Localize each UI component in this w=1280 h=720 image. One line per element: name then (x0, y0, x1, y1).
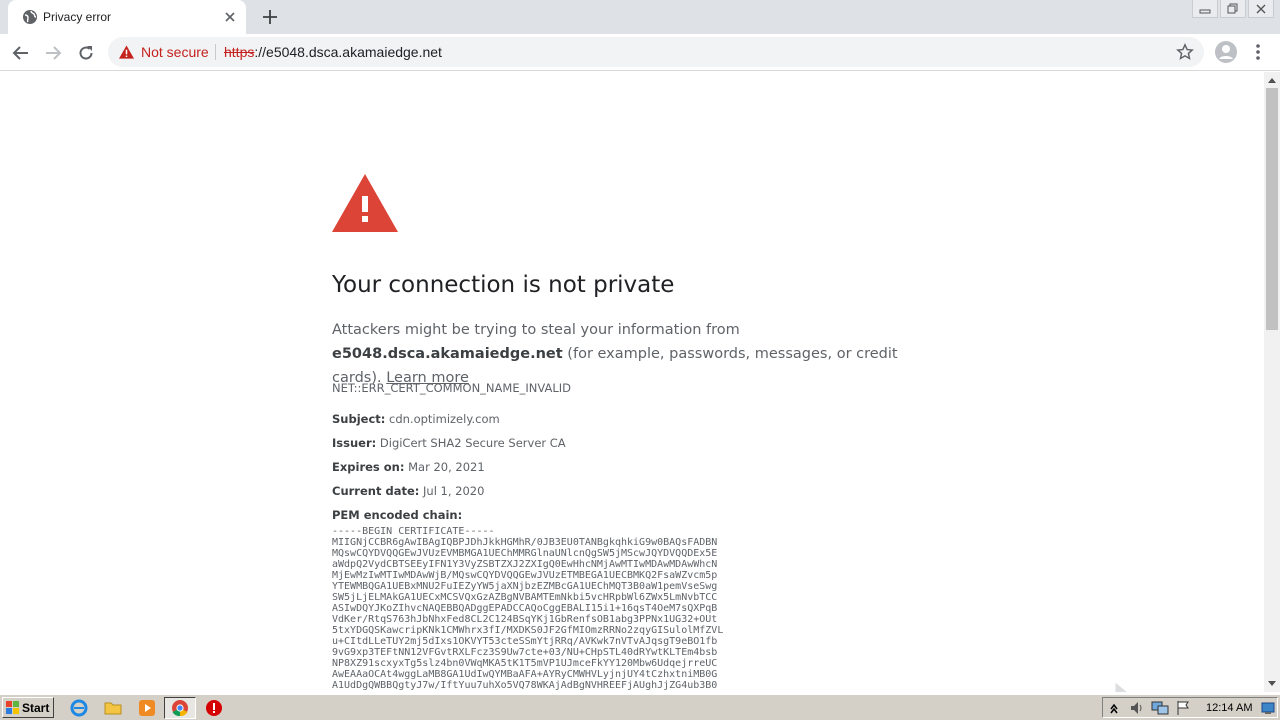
cert-current-date: Current date: Jul 1, 2020 (332, 484, 484, 498)
detail-label: Current date: (332, 484, 420, 498)
taskbar-explorer[interactable] (103, 698, 123, 718)
pem-line: ASIwDQYJKoZIhvcNAQEBBQADggEPADCCAQoCggEB… (332, 603, 718, 614)
error-triangle-icon (332, 174, 398, 232)
desc-host: e5048.dsca.akamaiedge.net (332, 346, 563, 362)
show-desktop-icon[interactable] (1261, 701, 1275, 715)
taskbar-chrome[interactable] (170, 698, 190, 718)
error-description: Attackers might be trying to steal your … (332, 318, 942, 390)
tab-title: Privacy error (43, 10, 112, 24)
pem-line: YTEWMBQGA1UEBxMNU2FuIEZyYW5jaXNjbzEZMBcG… (332, 581, 718, 592)
windows-taskbar: Start 12:14 AM (0, 694, 1280, 720)
detail-value: DigiCert SHA2 Secure Server CA (379, 436, 566, 450)
restore-button[interactable] (1220, 0, 1246, 18)
windows-logo-icon (6, 700, 19, 714)
network-icon[interactable] (1151, 700, 1169, 716)
url-text[interactable]: https://e5048.dsca.akamaiedge.net (224, 44, 442, 60)
detail-label: Subject: (332, 412, 386, 426)
not-secure-label[interactable]: Not secure (141, 44, 209, 60)
start-button[interactable]: Start (2, 697, 54, 718)
detail-value: Jul 1, 2020 (423, 484, 485, 498)
pem-line: MIIGNjCCBR6gAwIBAgIQBPJDhJkkHGMhR/0JB3EU… (332, 537, 718, 548)
new-tab-icon[interactable] (260, 7, 280, 27)
omnibox-separator (215, 44, 216, 60)
tab-privacy-error[interactable]: Privacy error (8, 0, 246, 34)
restore-icon (1227, 3, 1238, 13)
volume-icon[interactable] (1129, 700, 1145, 716)
internet-explorer-icon (70, 699, 88, 717)
scroll-up-button[interactable] (1264, 72, 1280, 88)
forward-arrow-icon (46, 46, 62, 60)
back-button[interactable] (9, 41, 33, 65)
scroll-down-button[interactable] (1264, 676, 1280, 692)
reload-icon (79, 46, 93, 60)
pem-line: 9vG9xp3TEFtNN12VFGvtRXLFcz3S9Uw7cte+03/N… (332, 647, 718, 658)
pem-line: VdKer/RtqS763hJbNhxFed8CL2C124BSqYKj1GbR… (332, 614, 718, 625)
profile-avatar-icon[interactable] (1214, 40, 1238, 64)
action-center-flag-icon[interactable] (1175, 700, 1191, 716)
url-scheme: https (224, 44, 255, 60)
globe-icon (23, 10, 37, 24)
pem-line: 5txYDGQSKawcripKNk1CMWhrx3fI/MXDKS0JF2Gf… (332, 625, 724, 636)
window-controls (1190, 0, 1274, 20)
system-clock: 12:14 AM (1206, 702, 1253, 714)
start-label: Start (22, 700, 50, 715)
chrome-icon (172, 700, 188, 717)
pem-line: MjEwMzIwMTIwMDAwWjB/MQswCQYDVQQGEwJVUzET… (332, 570, 718, 581)
close-window-button[interactable] (1248, 0, 1274, 18)
cert-expires: Expires on: Mar 20, 2021 (332, 460, 485, 474)
cert-pem-heading: PEM encoded chain: (332, 508, 462, 522)
pem-line: u+CItdLLeTUY2mj5dIxs1OKVYT53cteSSmYtjRRq… (332, 636, 718, 647)
close-tab-icon[interactable] (222, 9, 238, 25)
back-arrow-icon (12, 46, 28, 60)
detail-label: Issuer: (332, 436, 377, 450)
detail-label: PEM encoded chain: (332, 508, 463, 522)
browser-toolbar: Not secure https://e5048.dsca.akamaiedge… (0, 34, 1280, 71)
pem-line: NP8XZ91scxyxTg5slz4bn0VWqMKA5tK1T5mVP1UJ… (332, 658, 718, 669)
pem-line: aWdpQ2VydCBTSEEyIFN1Y3VyZSBTZXJ2ZXIgQ0Ew… (332, 559, 718, 570)
url-host: ://e5048.dsca.akamaiedge.net (254, 44, 442, 60)
pem-line: SW5jLjELMAkGA1UECxMCSVQxGzAZBgNVBAMTEmNk… (332, 592, 718, 603)
pem-line: A1UdDgQWBBQgtyJ7w/IftYuu7uhXo5VQ78WKAjAd… (332, 680, 718, 691)
folder-icon (104, 702, 122, 715)
pem-line: -----BEGIN CERTIFICATE----- (332, 526, 495, 537)
taskbar-stop-app[interactable] (204, 698, 224, 718)
tray-expand-icon[interactable] (1109, 701, 1119, 715)
forward-button[interactable] (41, 41, 65, 65)
detail-label: Expires on: (332, 460, 405, 474)
minimize-button[interactable] (1192, 0, 1218, 18)
pem-line: AwEAAaOCAt4wggLaMB8GA1UdIwQYMBaAFA+AYRyC… (332, 669, 718, 680)
minimize-icon (1199, 9, 1211, 13)
detail-value: cdn.optimizely.com (389, 412, 500, 426)
page-viewport: Your connection is not private Attackers… (0, 72, 1264, 692)
desc-text-before: Attackers might be trying to steal your … (332, 322, 740, 338)
bookmark-star-icon[interactable] (1176, 43, 1194, 61)
error-code: NET::ERR_CERT_COMMON_NAME_INVALID (332, 381, 571, 395)
scroll-thumb[interactable] (1266, 88, 1278, 330)
tab-strip: Privacy error (0, 0, 1280, 34)
detail-value: Mar 20, 2021 (408, 460, 485, 474)
cert-issuer: Issuer: DigiCert SHA2 Secure Server CA (332, 436, 566, 450)
scroll-up-arrow-icon (1268, 78, 1276, 83)
cert-subject: Subject: cdn.optimizely.com (332, 412, 500, 426)
scroll-down-arrow-icon (1268, 681, 1276, 686)
vertical-scrollbar[interactable] (1264, 72, 1280, 692)
warning-triangle-icon[interactable] (119, 45, 134, 59)
taskbar-ie[interactable] (69, 698, 89, 718)
pem-line: MQswCQYDVQQGEwJVUzEVMBMGA1UEChMMRGlnaUNl… (332, 548, 718, 559)
close-icon (1256, 4, 1266, 13)
media-player-icon (139, 700, 155, 716)
taskbar-media-player[interactable] (137, 698, 157, 718)
red-stop-icon (206, 700, 222, 716)
anyrun-watermark: ANY RUN (1115, 682, 1127, 692)
page-title: Your connection is not private (332, 272, 675, 298)
address-bar[interactable]: Not secure https://e5048.dsca.akamaiedge… (108, 37, 1204, 67)
reload-button[interactable] (74, 41, 98, 65)
pem-chain: -----BEGIN CERTIFICATE----- MIIGNjCCBR6gA… (332, 526, 723, 691)
kebab-menu-icon[interactable] (1250, 40, 1266, 64)
